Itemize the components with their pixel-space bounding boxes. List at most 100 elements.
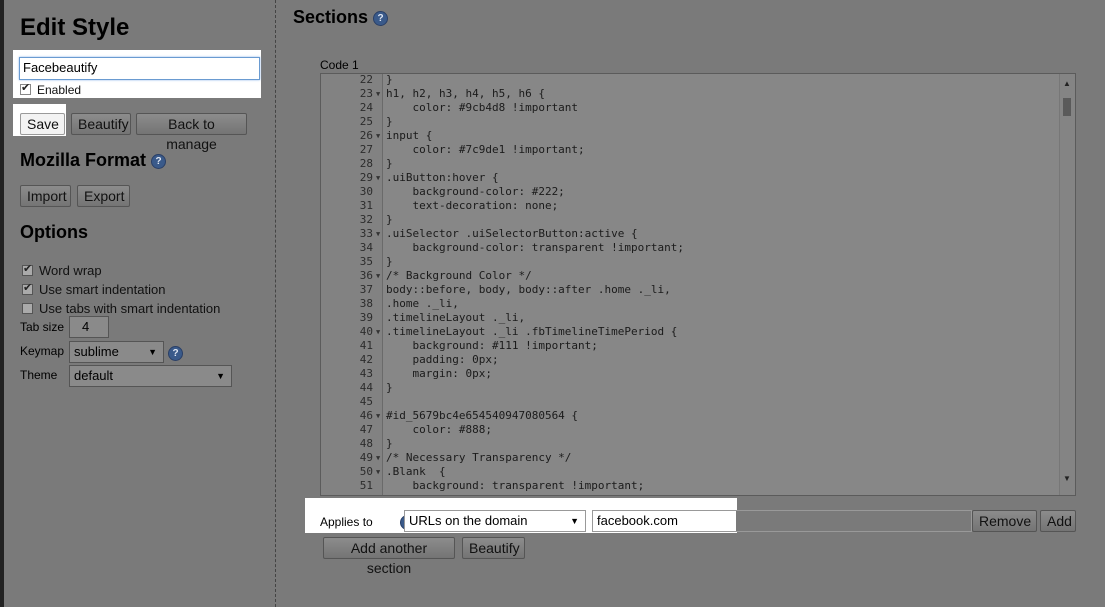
sections-title: Sections: [293, 7, 369, 27]
code-editor[interactable]: 22} 23 ▼ h1, h2, h3, h4, h5, h6 {24 color: …: [320, 73, 1076, 496]
code-line[interactable]: 39 .timelineLayout ._li,: [321, 311, 1061, 325]
code-line[interactable]: 46 ▼ #id_5679bc4e654540947080564 {: [321, 409, 1061, 423]
applies-type-select[interactable]: URLs on the domain ▼: [404, 510, 586, 532]
line-number: 37: [359, 283, 373, 296]
code-line[interactable]: 31 text-decoration: none;: [321, 199, 1061, 213]
option-smart-indentation[interactable]: Use smart indentation: [22, 281, 165, 299]
fold-arrow-icon[interactable]: ▼: [376, 465, 380, 479]
code-line[interactable]: 35}: [321, 255, 1061, 269]
remove-button[interactable]: Remove: [972, 510, 1037, 532]
option-label: Word wrap: [39, 263, 102, 279]
options-title: Options: [20, 222, 88, 242]
code-line[interactable]: 38 .home ._li,: [321, 297, 1061, 311]
code-line[interactable]: 49 ▼ /* Necessary Transparency */: [321, 451, 1061, 465]
line-number: 44: [359, 381, 373, 394]
code-lines[interactable]: 22} 23 ▼ h1, h2, h3, h4, h5, h6 {24 color: …: [321, 74, 1061, 493]
page-title: Edit Style: [20, 14, 130, 41]
scroll-thumb[interactable]: [1063, 98, 1071, 116]
theme-select[interactable]: default ▼: [69, 365, 232, 387]
keymap-value: sublime: [74, 344, 119, 359]
code-line[interactable]: 23 ▼ h1, h2, h3, h4, h5, h6 {: [321, 87, 1061, 101]
fold-arrow-icon[interactable]: ▼: [376, 129, 380, 143]
code-text: text-decoration: none;: [386, 199, 559, 212]
code-line[interactable]: 32}: [321, 213, 1061, 227]
tab-size-label: Tab size: [20, 320, 65, 334]
import-button[interactable]: Import: [20, 185, 71, 207]
code-line[interactable]: 42 padding: 0px;: [321, 353, 1061, 367]
code-text: background-color: #222;: [386, 185, 565, 198]
fold-arrow-icon[interactable]: ▼: [376, 227, 380, 241]
code-line[interactable]: 47 color: #888;: [321, 423, 1061, 437]
fold-arrow-icon[interactable]: ▼: [376, 87, 380, 101]
line-number: 33: [359, 227, 373, 240]
code-text: #id_5679bc4e654540947080564 {: [386, 409, 579, 422]
scroll-down-icon[interactable]: ▼: [1063, 474, 1071, 483]
code-line[interactable]: 29 ▼ .uiButton:hover {: [321, 171, 1061, 185]
line-number: 39: [359, 311, 373, 324]
fold-arrow-icon[interactable]: ▼: [376, 409, 380, 423]
code-line[interactable]: 51 background: transparent !important;: [321, 479, 1061, 493]
help-icon[interactable]: [168, 346, 183, 362]
code-label: Code 1: [320, 58, 359, 72]
code-line[interactable]: 22}: [321, 74, 1061, 87]
code-line[interactable]: 44}: [321, 381, 1061, 395]
scroll-up-icon[interactable]: ▲: [1063, 79, 1071, 88]
style-name-input[interactable]: Facebeautify: [19, 57, 260, 80]
fold-arrow-icon[interactable]: ▼: [376, 171, 380, 185]
code-line[interactable]: 45: [321, 395, 1061, 409]
keymap-select[interactable]: sublime ▼: [69, 341, 164, 363]
code-text: }: [386, 157, 393, 170]
word-wrap-checkbox[interactable]: [22, 262, 33, 277]
code-line[interactable]: 30 background-color: #222;: [321, 185, 1061, 199]
code-text: color: #9cb4d8 !important: [386, 101, 579, 114]
smart-indentation-checkbox[interactable]: [22, 281, 33, 296]
back-to-manage-button[interactable]: Back to manage: [136, 113, 247, 152]
tab-size-value: 4: [82, 319, 90, 334]
enabled-checkbox[interactable]: [20, 81, 31, 96]
beautify-button[interactable]: Beautify: [71, 113, 131, 135]
code-line[interactable]: 40 ▼ .timelineLayout ._li .fbTimelineTimeP…: [321, 325, 1061, 339]
code-text: }: [386, 437, 393, 450]
beautify-section-button[interactable]: Beautify: [462, 537, 525, 559]
code-line[interactable]: 48}: [321, 437, 1061, 451]
code-text: margin: 0px;: [386, 367, 492, 380]
fold-arrow-icon[interactable]: ▼: [376, 451, 380, 465]
help-icon[interactable]: [151, 153, 167, 169]
code-line[interactable]: 50 ▼ .Blank {: [321, 465, 1061, 479]
tab-size-input[interactable]: 4: [69, 316, 109, 338]
sidebar-divider: [275, 0, 276, 607]
applies-to-label: Applies to: [320, 515, 373, 529]
option-word-wrap[interactable]: Word wrap: [22, 262, 102, 280]
code-line[interactable]: 37 body::before, body, body::after .home …: [321, 283, 1061, 297]
code-line[interactable]: 36 ▼ /* Background Color */: [321, 269, 1061, 283]
sections-heading: Sections: [293, 7, 389, 28]
option-tabs-smart-indentation[interactable]: Use tabs with smart indentation: [22, 300, 220, 318]
export-button[interactable]: Export: [77, 185, 130, 207]
code-line[interactable]: 33 ▼ .uiSelector .uiSelectorButton:active …: [321, 227, 1061, 241]
add-button[interactable]: Add: [1040, 510, 1076, 532]
code-text: /* Necessary Transparency */: [386, 451, 572, 464]
help-icon[interactable]: [373, 10, 389, 26]
code-line[interactable]: 28}: [321, 157, 1061, 171]
code-text: }: [386, 255, 393, 268]
theme-value: default: [74, 368, 114, 383]
code-text: color: #7c9de1 !important;: [386, 143, 585, 156]
code-line[interactable]: 34 background-color: transparent !import…: [321, 241, 1061, 255]
code-line[interactable]: 41 background: #111 !important;: [321, 339, 1061, 353]
code-line[interactable]: 43 margin: 0px;: [321, 367, 1061, 381]
code-line[interactable]: 27 color: #7c9de1 !important;: [321, 143, 1061, 157]
fold-arrow-icon[interactable]: ▼: [376, 325, 380, 339]
applies-value-input[interactable]: facebook.com: [593, 511, 736, 531]
code-line[interactable]: 26 ▼ input {: [321, 129, 1061, 143]
enabled-checkbox-row[interactable]: Enabled: [20, 81, 81, 99]
add-another-section-button[interactable]: Add another section: [323, 537, 455, 576]
code-line[interactable]: 25}: [321, 115, 1061, 129]
code-line[interactable]: 24 color: #9cb4d8 !important: [321, 101, 1061, 115]
editor-scrollbar[interactable]: ▲ ▼: [1059, 74, 1075, 495]
code-text: }: [386, 213, 393, 226]
save-button[interactable]: Save: [20, 113, 65, 135]
fold-arrow-icon[interactable]: ▼: [376, 269, 380, 283]
code-text: padding: 0px;: [386, 353, 499, 366]
code-text: h1, h2, h3, h4, h5, h6 {: [386, 87, 545, 100]
tabs-smart-indentation-checkbox[interactable]: [22, 303, 33, 315]
